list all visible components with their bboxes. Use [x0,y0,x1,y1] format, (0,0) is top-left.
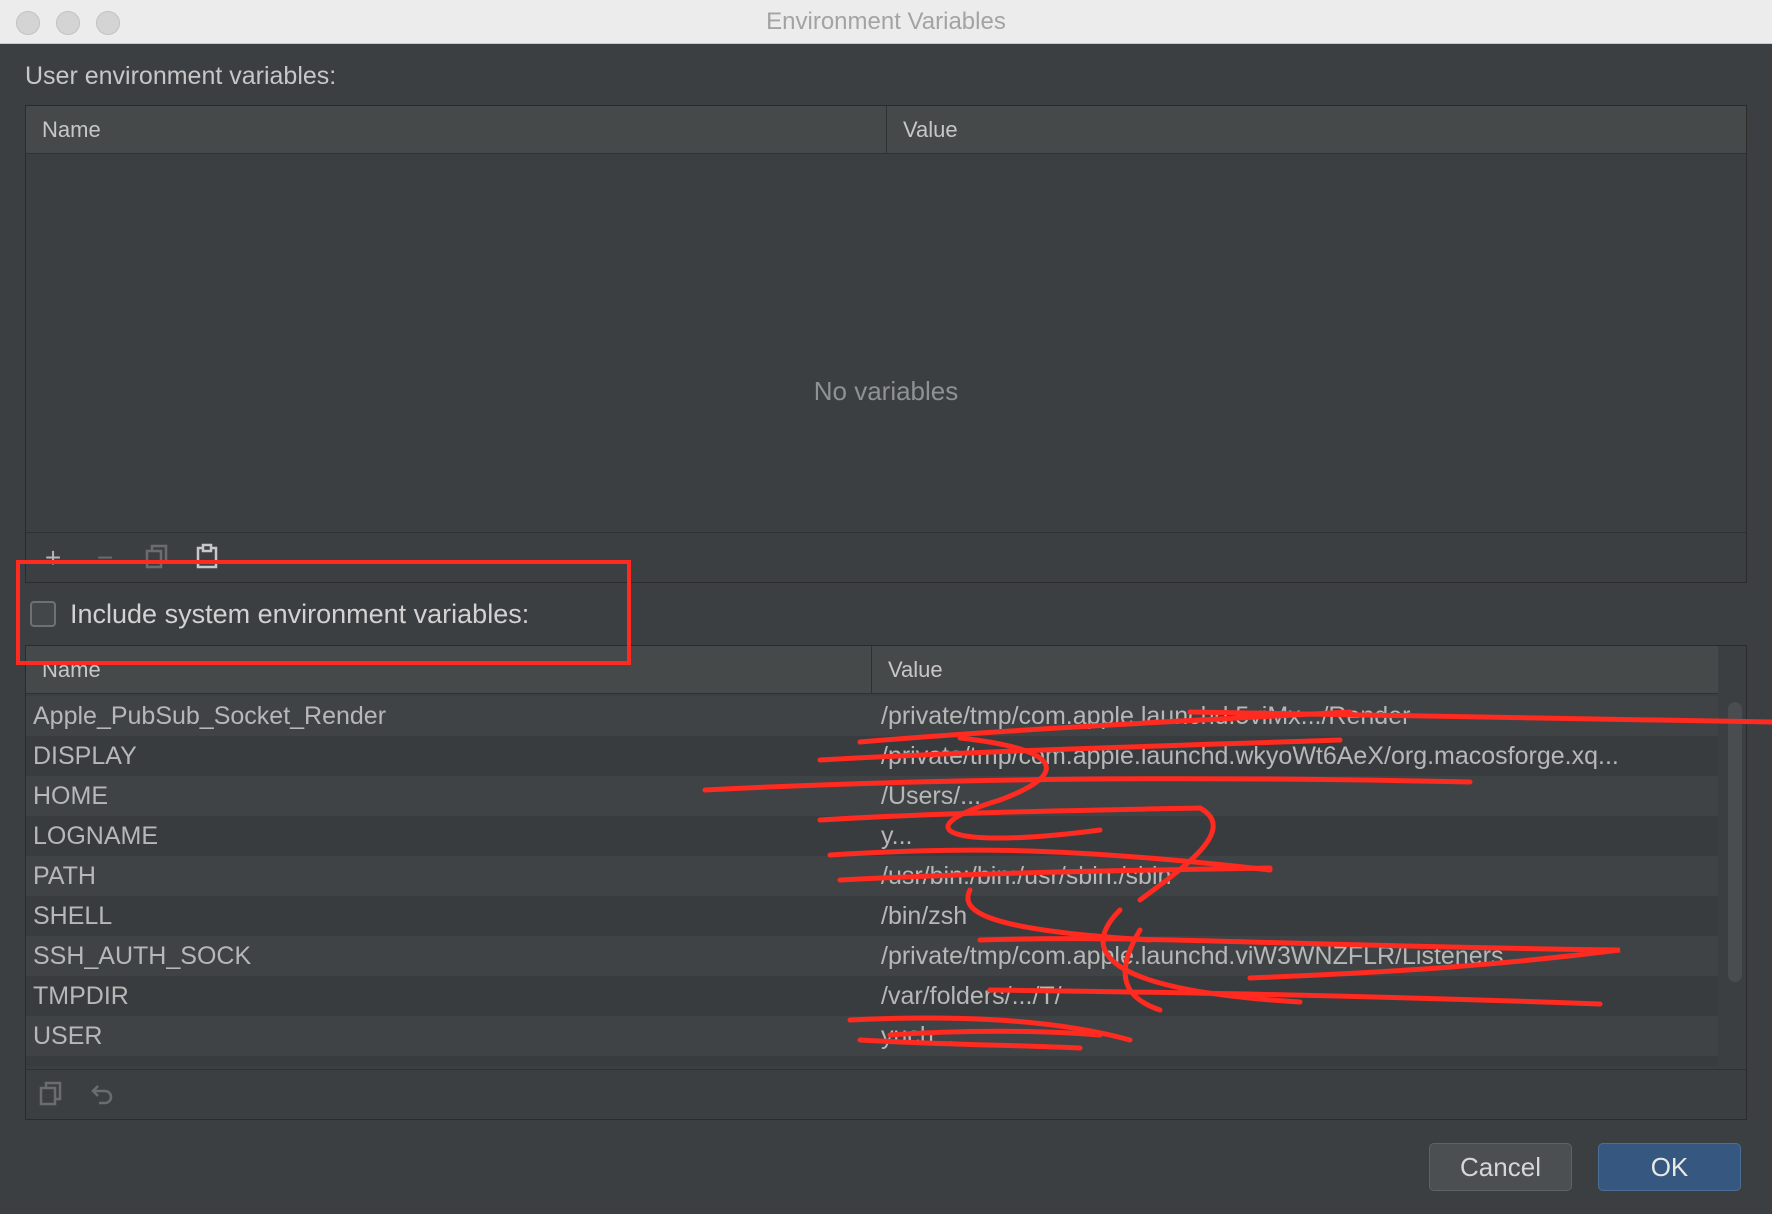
variable-name: HOME [33,782,108,810]
variable-value: /private/tmp/com.apple.launchd.5viMx.../… [881,702,1411,730]
table-row[interactable]: TMPDIR/var/folders/.../T/ [26,976,1718,1016]
variable-name: SHELL [33,902,113,930]
table-row[interactable]: Apple_PubSub_Socket_Render/private/tmp/c… [26,696,1718,736]
user-env-table-header: Name Value [26,106,1746,154]
variable-value: /var/folders/.../T/ [881,982,1062,1010]
user-env-label: User environment variables: [25,62,337,90]
table-row[interactable]: SSH_AUTH_SOCK/private/tmp/com.apple.laun… [26,936,1718,976]
vertical-scrollbar[interactable] [1728,702,1742,982]
cancel-button[interactable]: Cancel [1429,1143,1572,1191]
title-bar: Environment Variables [0,0,1772,44]
variable-name: PATH [33,862,96,890]
variable-name: SSH_AUTH_SOCK [33,942,252,970]
variable-name: Apple_PubSub_Socket_Render [33,702,387,730]
annotation-highlight-box [16,560,631,665]
window-title: Environment Variables [766,8,1006,35]
table-row[interactable]: USER yuch... [26,1016,1718,1056]
variable-value: /bin/zsh [881,902,968,930]
variable-value: /usr/bin:/bin:/usr/sbin:/sbin [881,862,1172,890]
variable-value: 0x0 [881,1056,1711,1066]
undo-icon[interactable] [88,1080,118,1110]
variable-value: /private/tmp/com.apple.launchd.wkyoWt6Ae… [881,742,1619,770]
variable-value: y... [881,822,913,850]
table-row[interactable]: XPC_FLAGS 0x0 [26,1056,1718,1066]
variable-name: DISPLAY [33,742,137,770]
table-row[interactable]: LOGNAME y... [26,816,1718,856]
system-env-table[interactable]: Name Value Apple_PubSub_Socket_Render/pr… [25,645,1747,1120]
column-header-value[interactable]: Value [886,106,1746,154]
column-header-value[interactable]: Value [871,646,1718,694]
table-row[interactable]: DISPLAY/private/tmp/com.apple.launchd.wk… [26,736,1718,776]
copy-icon[interactable] [36,1080,66,1110]
system-env-toolbar [26,1069,1746,1119]
variable-name: TMPDIR [33,982,129,1010]
system-env-rows: Apple_PubSub_Socket_Render/private/tmp/c… [26,696,1718,1066]
variable-name: LOGNAME [33,822,159,850]
ok-button[interactable]: OK [1598,1143,1741,1191]
user-env-table[interactable]: Name Value No variables + − [25,105,1747,583]
variable-value: yuch... [881,1022,955,1050]
column-header-name[interactable]: Name [26,106,886,154]
variable-name: USER [33,1022,103,1050]
variable-name: XPC_FLAGS [33,1056,180,1066]
variable-value: /Users/... [881,782,982,810]
variable-value: /private/tmp/com.apple.launchd.viW3WNZFL… [881,942,1504,970]
empty-state-text: No variables [813,376,959,406]
table-row[interactable]: PATH/usr/bin:/bin:/usr/sbin:/sbin [26,856,1718,896]
table-row[interactable]: SHELL/bin/zsh [26,896,1718,936]
table-row[interactable]: HOME/Users/... [26,776,1718,816]
